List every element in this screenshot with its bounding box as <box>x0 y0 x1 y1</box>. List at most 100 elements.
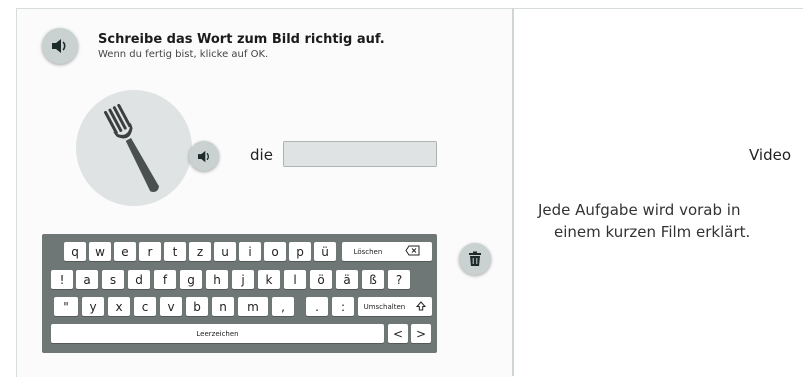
picture-circle <box>76 90 192 206</box>
key-label: n <box>219 299 227 314</box>
key-label: r <box>147 244 153 259</box>
key-label: y <box>89 299 97 314</box>
key[interactable]: . <box>306 297 328 316</box>
key-label: o <box>271 244 279 259</box>
key[interactable]: a <box>76 270 98 289</box>
space-key[interactable]: Leerzeichen <box>51 324 384 343</box>
key-label: ü <box>321 244 329 259</box>
key-label: : <box>340 299 346 314</box>
speaker-icon <box>51 38 69 54</box>
key[interactable]: p <box>289 242 311 261</box>
key[interactable]: m <box>238 297 268 316</box>
key[interactable]: i <box>239 242 261 261</box>
key-label: f <box>162 272 168 287</box>
key-label: ? <box>395 272 403 287</box>
key[interactable]: t <box>164 242 186 261</box>
shift-arrow-icon <box>416 300 427 313</box>
key[interactable]: q <box>64 242 86 261</box>
key[interactable]: , <box>272 297 294 316</box>
key-label: ä <box>343 272 351 287</box>
key-label: q <box>71 244 79 259</box>
on-screen-keyboard: q w e r t z u i o p ü Löschen ! a s d f … <box>42 234 437 353</box>
key[interactable]: o <box>264 242 286 261</box>
key-label: v <box>167 299 175 314</box>
app-frame: Schreibe das Wort zum Bild richtig auf. … <box>0 0 803 377</box>
key[interactable]: ? <box>388 270 410 289</box>
key[interactable]: r <box>139 242 161 261</box>
video-description-line-1: Jede Aufgabe wird vorab in <box>538 201 741 219</box>
key[interactable]: u <box>214 242 236 261</box>
right-arrow-key[interactable]: > <box>411 324 431 343</box>
word-audio-button[interactable] <box>189 141 219 171</box>
key-label: p <box>296 244 304 259</box>
clear-button[interactable] <box>459 243 491 275</box>
key[interactable]: ä <box>336 270 358 289</box>
key-label: u <box>221 244 229 259</box>
key-label: ! <box>59 272 65 287</box>
delete-key-label: Löschen <box>353 247 383 256</box>
answer-input[interactable] <box>283 141 437 167</box>
key[interactable]: s <box>102 270 124 289</box>
key[interactable]: ö <box>310 270 332 289</box>
key[interactable]: z <box>189 242 211 261</box>
key-label: c <box>141 299 149 314</box>
key-label: a <box>83 272 91 287</box>
key[interactable]: : <box>332 297 354 316</box>
key-label: g <box>187 272 195 287</box>
instruction-title: Schreibe das Wort zum Bild richtig auf. <box>98 32 385 47</box>
key[interactable]: c <box>134 297 156 316</box>
left-arrow-key[interactable]: < <box>388 324 408 343</box>
key[interactable]: f <box>154 270 176 289</box>
key-label: e <box>121 244 129 259</box>
trash-icon <box>468 251 482 267</box>
key[interactable]: ! <box>51 270 73 289</box>
key[interactable]: e <box>114 242 136 261</box>
key-label: k <box>265 272 273 287</box>
key[interactable]: ü <box>314 242 336 261</box>
video-panel <box>514 8 803 377</box>
instruction-audio-button[interactable] <box>42 28 78 64</box>
key-label: ß <box>369 272 377 287</box>
key[interactable]: j <box>232 270 254 289</box>
key[interactable]: ß <box>362 270 384 289</box>
instruction-subtitle: Wenn du fertig bist, klicke auf OK. <box>98 49 269 60</box>
key[interactable]: x <box>108 297 130 316</box>
key[interactable]: b <box>186 297 208 316</box>
key-label: t <box>172 244 178 259</box>
key[interactable]: w <box>89 242 111 261</box>
key[interactable]: h <box>206 270 228 289</box>
key[interactable]: " <box>54 297 78 316</box>
delete-key[interactable]: Löschen <box>342 242 432 261</box>
video-description: Jede Aufgabe wird vorab in einem kurzen … <box>538 199 750 243</box>
key[interactable]: v <box>160 297 182 316</box>
key-label: . <box>315 299 319 314</box>
key[interactable]: y <box>82 297 104 316</box>
key[interactable]: n <box>212 297 234 316</box>
backspace-icon <box>405 245 420 258</box>
key[interactable]: d <box>128 270 150 289</box>
right-arrow-label: > <box>415 326 427 341</box>
key[interactable]: g <box>180 270 202 289</box>
video-title: Video <box>749 146 792 164</box>
left-arrow-label: < <box>392 326 404 341</box>
key-label: z <box>196 244 204 259</box>
key-label: d <box>135 272 143 287</box>
key-label: , <box>281 299 285 314</box>
key-label: b <box>193 299 201 314</box>
article-label: die <box>250 146 273 164</box>
key-label: l <box>293 272 297 287</box>
speaker-icon <box>197 150 212 163</box>
key[interactable]: k <box>258 270 280 289</box>
key-label: " <box>63 299 69 314</box>
key-label: j <box>241 272 245 287</box>
video-description-line-2: einem kurzen Film erklärt. <box>554 223 751 241</box>
key-label: x <box>115 299 123 314</box>
key-label: w <box>95 244 105 259</box>
fork-icon <box>94 98 174 206</box>
key-label: s <box>109 272 117 287</box>
key-label: i <box>248 244 252 259</box>
shift-key[interactable]: Umschalten <box>358 297 432 316</box>
key[interactable]: l <box>284 270 306 289</box>
key-label: m <box>247 299 259 314</box>
key-label: h <box>213 272 221 287</box>
